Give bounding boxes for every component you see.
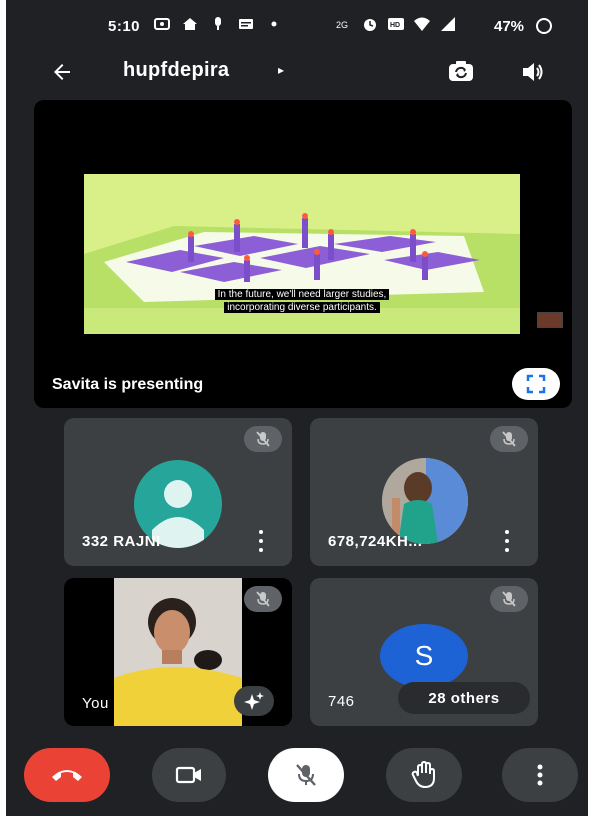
mic-off-icon [256,591,270,607]
visual-effects-button[interactable] [234,686,274,716]
status-time: 5:10 [108,18,141,35]
signal-icon [441,17,455,31]
speaker-button[interactable] [516,56,550,88]
participant-tile[interactable]: 332 RAJNI [64,418,292,566]
self-view-tile[interactable]: You [64,578,292,726]
presenter-thumbnail [537,312,563,328]
presentation-slide: In the future, we'll need larger studies… [84,174,520,334]
call-controls [6,748,588,808]
switch-camera-icon [449,61,473,81]
sparkle-icon [244,692,264,710]
participant-name: You [82,695,109,712]
mic-off-icon [502,591,516,607]
participant-name: 746 [328,693,355,710]
mic-icon [215,17,221,30]
switch-camera-button[interactable] [444,56,478,88]
avatar: S [380,624,468,688]
message-icon [239,19,253,29]
camera-toggle-button[interactable] [152,748,226,802]
raise-hand-icon [411,761,435,788]
more-options-button[interactable] [502,748,578,802]
raise-hand-button[interactable] [386,748,462,802]
mic-off-icon [502,431,516,447]
status-icons-right: 2G HD [336,16,456,32]
meeting-details-caret-icon[interactable]: ▸ [278,63,284,77]
others-count-button[interactable]: 28 others [398,682,530,714]
presenting-label: Savita is presenting [52,376,204,393]
avatar [382,458,468,544]
others-count-label: 28 others [428,689,500,707]
fullscreen-icon [526,374,546,394]
wifi-icon [414,17,430,31]
mic-off-icon [296,764,316,786]
volume-icon [523,63,543,81]
home-icon [183,18,197,30]
muted-indicator [490,426,528,452]
profile-photo [382,458,468,544]
more-options-icon[interactable] [502,530,512,552]
avatar-letter: S [414,640,434,671]
svg-text:2G: 2G [336,20,348,30]
back-button[interactable] [46,56,78,88]
status-icons-left [154,16,282,32]
battery-percent: 47% [494,18,525,35]
hang-up-icon [52,770,82,781]
participant-name: 332 RAJNI [82,533,161,550]
mic-off-icon [256,431,270,447]
phone-screen: 5:10 2G HD 47% hupfdepira ▸ In the futur… [6,0,588,816]
battery-icon [536,18,552,34]
alarm-icon [364,19,376,31]
participant-tile[interactable]: 678,724KH... [310,418,538,566]
cast-icon [154,18,170,30]
meeting-code[interactable]: hupfdepira [123,59,229,82]
self-video [114,578,242,726]
data-icon: 2G [336,20,348,30]
meeting-header: hupfdepira ▸ [6,50,588,94]
fullscreen-button[interactable] [512,368,560,400]
live-caption: In the future, we'll need larger studies… [84,288,520,314]
participant-tile[interactable]: S 746 28 others [310,578,538,726]
more-options-icon[interactable] [256,530,266,552]
muted-indicator [244,586,282,612]
video-camera-icon [175,766,201,784]
caption-line-2: incorporating diverse participants. [224,302,380,313]
microphone-toggle-button[interactable] [268,748,344,802]
participant-name: 678,724KH... [328,533,423,550]
status-bar: 5:10 2G HD 47% [6,0,588,54]
svg-text:HD: HD [390,22,400,29]
presentation-panel[interactable]: In the future, we'll need larger studies… [34,100,572,408]
dot-icon [271,21,277,27]
arrow-left-icon [54,64,70,80]
self-video-feed [114,578,242,726]
muted-indicator [244,426,282,452]
end-call-button[interactable] [24,748,110,802]
muted-indicator [490,586,528,612]
caption-line-1: In the future, we'll need larger studies… [214,289,390,300]
hd-icon: HD [388,18,404,30]
more-vert-icon [537,764,543,786]
